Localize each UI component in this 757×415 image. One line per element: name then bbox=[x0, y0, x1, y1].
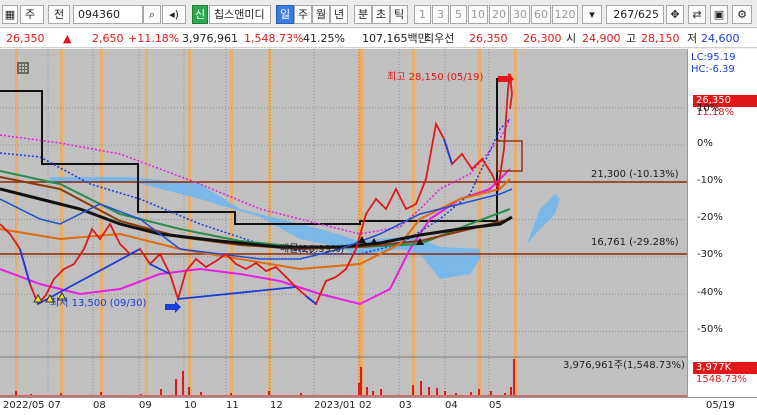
x-tick-label: 09 bbox=[139, 400, 152, 411]
item-code-field[interactable]: 094360 bbox=[73, 5, 143, 24]
volume-tag: 3,977K bbox=[693, 362, 757, 374]
ytick-label: -30% bbox=[697, 249, 723, 260]
x-tick-label: 05/19 bbox=[706, 400, 735, 411]
volume-label: 3,976,961주(1,548.73%) bbox=[563, 360, 685, 371]
low-price: 24,600 bbox=[701, 32, 740, 45]
quote-bar: 26,350 ▲ 2,650 +11.18% 3,976,961 1,548.7… bbox=[0, 29, 757, 48]
volume-bar bbox=[182, 371, 184, 397]
interval-3[interactable]: 3 bbox=[432, 5, 449, 24]
trade-amount: 107,165백만 bbox=[362, 32, 428, 45]
volume-bar bbox=[358, 383, 360, 397]
interval-30[interactable]: 30 bbox=[510, 5, 530, 24]
x-tick-label: 03 bbox=[399, 400, 412, 411]
x-tick-label: 08 bbox=[93, 400, 106, 411]
prev-button[interactable]: 전 bbox=[48, 5, 70, 24]
interval-60[interactable]: 60 bbox=[531, 5, 551, 24]
event-marker-bar bbox=[412, 49, 415, 397]
price-chart[interactable] bbox=[0, 49, 687, 397]
period-tab-minute[interactable]: 분 bbox=[354, 5, 372, 24]
open-price: 24,900 bbox=[582, 32, 621, 45]
best-quote-label: 최우선 bbox=[424, 32, 455, 45]
event-marker-bar bbox=[100, 49, 103, 397]
x-tick-label: 04 bbox=[445, 400, 458, 411]
high-annotation: 최고 28,150 (05/19) bbox=[387, 72, 484, 83]
lc-label: LC:95.19 bbox=[691, 52, 736, 63]
hc-label: HC:-6.39 bbox=[691, 64, 735, 75]
event-marker-bar bbox=[188, 49, 191, 397]
x-tick-label: 11 bbox=[226, 400, 239, 411]
ytick-label: 0% bbox=[697, 138, 713, 149]
best-bid: 26,300 bbox=[523, 32, 562, 45]
volume-bar bbox=[360, 367, 362, 397]
ytick-label: -50% bbox=[697, 324, 723, 335]
stock-chart-window: ▦ 주 전 094360 ⌕ ◂) 신 칩스앤미디 일 주 월 년 분 초 틱 … bbox=[0, 0, 757, 415]
x-tick-label: 2023/01 bbox=[314, 400, 356, 411]
stock-name-field[interactable]: 칩스앤미디 bbox=[209, 5, 271, 24]
pin-icon[interactable]: ✥ bbox=[666, 5, 684, 24]
interval-20[interactable]: 20 bbox=[489, 5, 509, 24]
interval-10[interactable]: 10 bbox=[468, 5, 488, 24]
volume-bar bbox=[175, 379, 177, 397]
toolbar: ▦ 주 전 094360 ⌕ ◂) 신 칩스앤미디 일 주 월 년 분 초 틱 … bbox=[0, 0, 757, 28]
x-tick-label: 02 bbox=[359, 400, 372, 411]
ytick-label: -40% bbox=[697, 287, 723, 298]
level-upper-label: 21,300 (-10.13%) bbox=[591, 169, 679, 180]
change-value: 2,650 bbox=[92, 32, 124, 45]
volume-bar bbox=[513, 359, 515, 397]
grid-toggle-icon[interactable] bbox=[17, 62, 29, 74]
interval-120[interactable]: 120 bbox=[552, 5, 578, 24]
change-arrow: ▲ bbox=[63, 32, 72, 45]
high-label: 고 bbox=[626, 32, 637, 45]
volume-ratio: 1,548.73% bbox=[244, 32, 304, 45]
item-type-select[interactable]: 주 bbox=[20, 5, 44, 24]
ytick-label: 10% bbox=[697, 103, 720, 114]
volume-value: 3,976,961 bbox=[182, 32, 238, 45]
x-tick-label: 2022/05 bbox=[3, 400, 45, 411]
chart-area[interactable]: LC:95.19 HC:-6.39 26,350 11.18% 10% 0% -… bbox=[0, 49, 757, 415]
open-label: 시 bbox=[566, 32, 577, 45]
level-lower-label: 16,761 (-29.28%) bbox=[591, 237, 679, 248]
period-tab-week[interactable]: 주 bbox=[294, 5, 312, 24]
save-icon[interactable]: ▣ bbox=[710, 5, 728, 24]
period-tab-tick[interactable]: 틱 bbox=[390, 5, 408, 24]
best-ask: 26,350 bbox=[469, 32, 508, 45]
high-price: 28,150 bbox=[641, 32, 680, 45]
period-tab-day[interactable]: 일 bbox=[276, 5, 294, 24]
current-price: 26,350 bbox=[6, 32, 45, 45]
speaker-icon[interactable]: ◂) bbox=[162, 5, 186, 24]
period-tab-year[interactable]: 년 bbox=[330, 5, 348, 24]
event-marker-bar bbox=[514, 49, 517, 397]
event-marker-bar bbox=[15, 49, 18, 397]
search-icon[interactable]: ⌕ bbox=[143, 5, 161, 24]
low-label: 저 bbox=[687, 32, 698, 45]
volume-pct-tag: 1548.73% bbox=[696, 374, 747, 385]
x-tick-label: 12 bbox=[270, 400, 283, 411]
ma-annotation: 매물(20.99%) bbox=[280, 244, 345, 255]
interval-5[interactable]: 5 bbox=[450, 5, 467, 24]
period-tab-second[interactable]: 초 bbox=[372, 5, 390, 24]
change-percent: +11.18% bbox=[128, 32, 180, 45]
turnover-value: 41.25% bbox=[303, 32, 345, 45]
period-tab-month[interactable]: 월 bbox=[312, 5, 330, 24]
volume-bar bbox=[420, 381, 422, 397]
credit-badge[interactable]: 신 bbox=[192, 5, 208, 24]
settings-icon[interactable]: ⇄ bbox=[688, 5, 706, 24]
interval-1[interactable]: 1 bbox=[414, 5, 431, 24]
x-tick-label: 10 bbox=[184, 400, 197, 411]
chart-menu-button[interactable]: ▦ bbox=[2, 5, 18, 24]
bar-count-field[interactable]: 267/625 bbox=[606, 5, 664, 24]
config-icon[interactable]: ⚙ bbox=[732, 5, 752, 24]
x-tick-label: 07 bbox=[48, 400, 61, 411]
event-marker-bar bbox=[478, 49, 481, 397]
ytick-label: -20% bbox=[697, 212, 723, 223]
x-tick-label: 05 bbox=[489, 400, 502, 411]
event-marker-bar bbox=[230, 49, 233, 397]
low-annotation: 최저 13,500 (09/30) bbox=[50, 298, 147, 309]
x-axis: 2022/05 07 08 09 10 11 12 2023/01 02 03 … bbox=[0, 397, 757, 415]
interval-dropdown[interactable]: ▾ bbox=[582, 5, 602, 24]
ytick-label: -10% bbox=[697, 175, 723, 186]
